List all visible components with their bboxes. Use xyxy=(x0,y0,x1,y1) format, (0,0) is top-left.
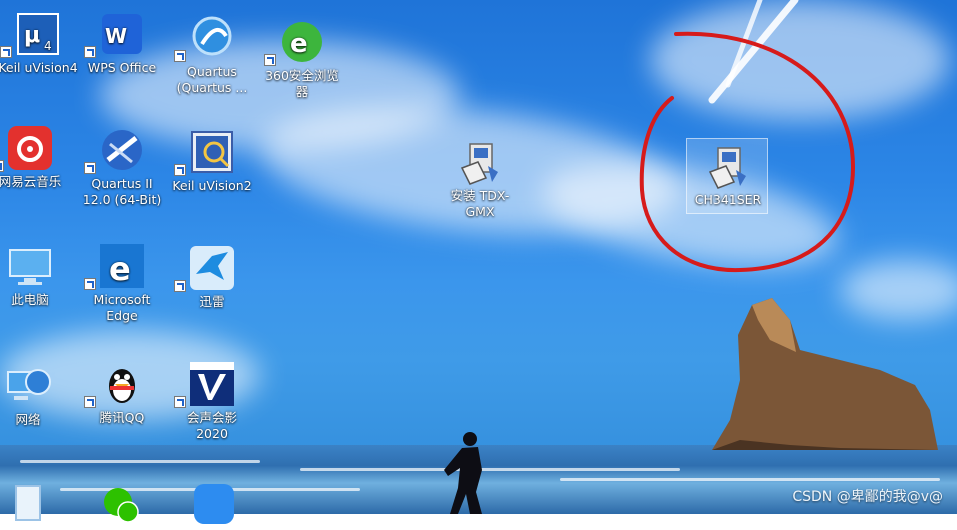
icon-label: Keil uVision4 xyxy=(0,60,78,75)
shortcut-arrow-icon xyxy=(84,278,96,290)
icon-label: Microsoft Edge xyxy=(93,292,151,323)
icon-label: Quartus II 12.0 (64-Bit) xyxy=(82,176,162,207)
svg-text:e: e xyxy=(290,29,308,59)
icon-label: 网易云音乐 xyxy=(0,174,62,189)
icon-label: 360安全浏览器 xyxy=(265,68,339,99)
wps-office-icon: W xyxy=(102,14,142,54)
shortcut-arrow-icon xyxy=(0,160,4,172)
edge-icon: e xyxy=(100,244,144,288)
shortcut-arrow-icon xyxy=(174,164,186,176)
icon-label: 迅雷 xyxy=(199,294,225,309)
icon-label: 此电脑 xyxy=(11,292,49,307)
wechat-icon xyxy=(104,488,139,523)
icon-label: CH341SER xyxy=(694,192,762,207)
shortcut-arrow-icon xyxy=(84,46,96,58)
icon-label: 会声会影 2020 xyxy=(186,410,237,441)
videostudio-icon xyxy=(190,362,234,406)
watermark: CSDN @卑鄙的我@v@ xyxy=(792,489,943,505)
keil-uvision4-icon: μ 4 xyxy=(17,13,59,55)
svg-text:W: W xyxy=(105,24,127,48)
icon-label: 安装 TDX-GMX xyxy=(450,188,510,219)
svg-text:e: e xyxy=(109,250,131,288)
icon-label: 腾讯QQ xyxy=(99,410,145,425)
keil-uvision2-icon xyxy=(191,131,233,173)
xunlei-bird-icon xyxy=(190,246,234,290)
icon-label: Quartus (Quartus ... xyxy=(176,64,248,95)
quartus-ii-icon xyxy=(102,130,142,170)
icon-label: WPS Office xyxy=(87,60,157,75)
svg-text:μ: μ xyxy=(24,23,40,48)
recycle-bin-icon xyxy=(15,485,41,521)
shortcut-arrow-icon xyxy=(0,46,12,58)
icon-label: Keil uVision2 xyxy=(172,178,252,193)
360-browser-icon: e xyxy=(282,22,322,62)
installer-icon xyxy=(460,143,498,185)
icon-label: 网络 xyxy=(15,412,41,427)
shortcut-arrow-icon xyxy=(84,162,96,174)
network-icon xyxy=(7,369,51,400)
shortcut-arrow-icon xyxy=(174,50,186,62)
computer-icon xyxy=(9,249,51,285)
qq-penguin-icon xyxy=(109,369,135,403)
shortcut-arrow-icon xyxy=(174,396,186,408)
netease-music-icon xyxy=(8,126,52,170)
shortcut-arrow-icon xyxy=(84,396,96,408)
shortcut-arrow-icon xyxy=(264,54,276,66)
shortcut-arrow-icon xyxy=(174,280,186,292)
quartus-prime-icon xyxy=(192,16,232,56)
video-camera-icon xyxy=(194,484,234,524)
svg-text:4: 4 xyxy=(44,39,52,53)
installer-icon xyxy=(708,147,746,189)
